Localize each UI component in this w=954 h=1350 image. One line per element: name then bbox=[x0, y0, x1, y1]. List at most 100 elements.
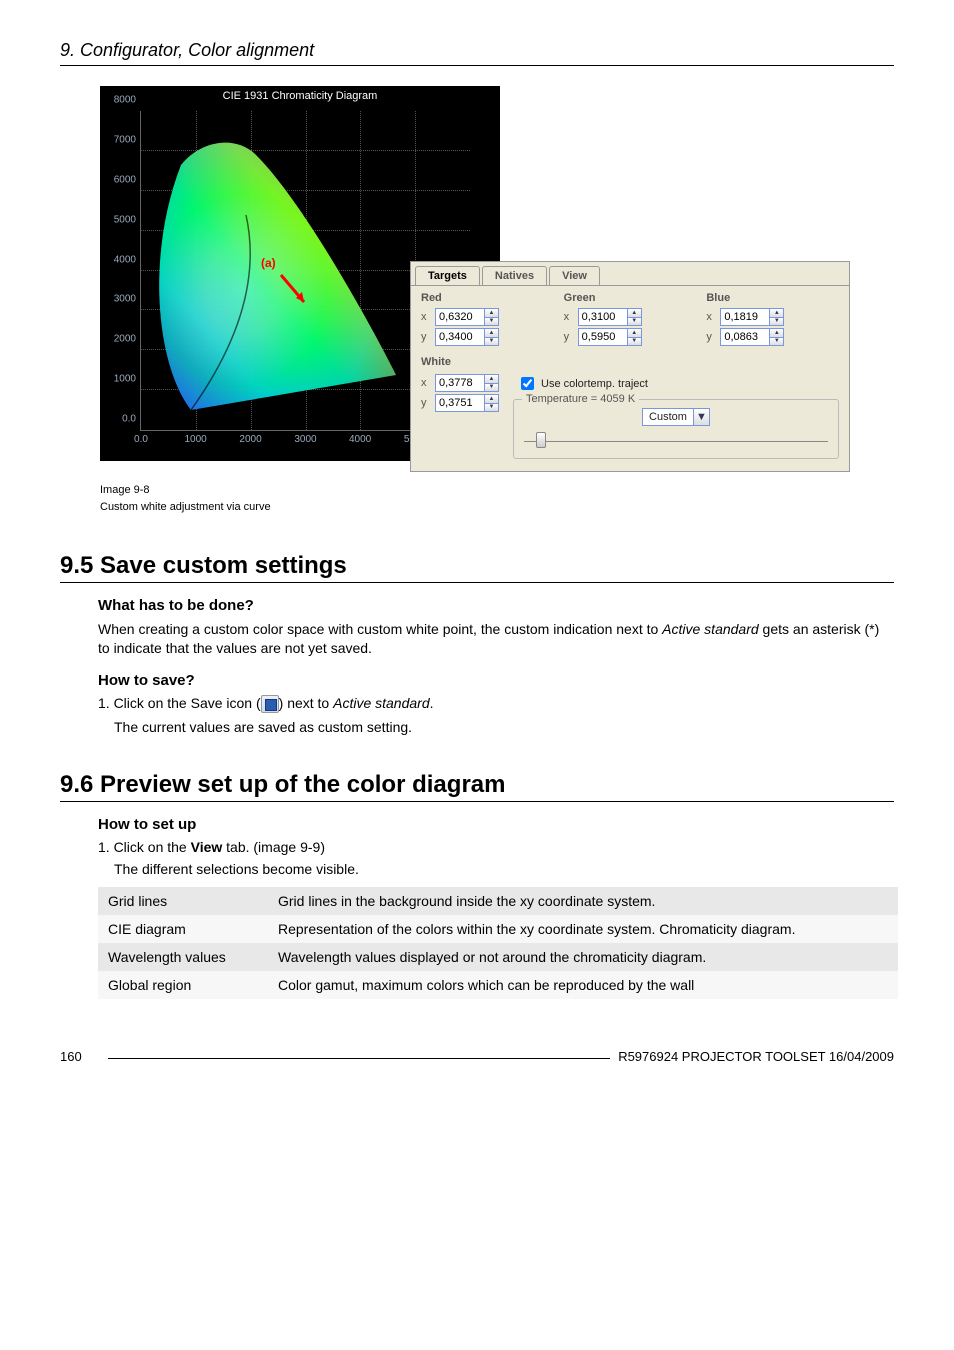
prop-desc: Color gamut, maximum colors which can be… bbox=[268, 971, 898, 999]
col-header-red: Red bbox=[421, 292, 554, 304]
spin-up-icon[interactable]: ▲ bbox=[770, 309, 783, 318]
step-9-5-1: 1. Click on the Save icon () next to Act… bbox=[98, 695, 894, 713]
prop-desc: Representation of the colors within the … bbox=[268, 915, 898, 943]
label-x: x bbox=[706, 311, 720, 323]
spin-down-icon[interactable]: ▼ bbox=[485, 338, 498, 346]
col-header-green: Green bbox=[564, 292, 697, 304]
spin-down-icon[interactable]: ▼ bbox=[770, 318, 783, 326]
red-x-spinner[interactable]: ▲▼ bbox=[435, 308, 499, 326]
red-y-spinner[interactable]: ▲▼ bbox=[435, 328, 499, 346]
label-x: x bbox=[564, 311, 578, 323]
y-tick: 4000 bbox=[106, 254, 136, 265]
step-9-6-1: 1. Click on the View tab. (image 9-9) bbox=[98, 839, 894, 855]
spin-up-icon[interactable]: ▲ bbox=[770, 329, 783, 338]
footer-rule bbox=[108, 1058, 610, 1059]
use-colortemp-checkbox[interactable] bbox=[521, 377, 534, 390]
temperature-select[interactable]: Custom ▼ bbox=[642, 408, 710, 426]
label-x: x bbox=[421, 377, 435, 389]
heading-9-5: 9.5 Save custom settings bbox=[60, 552, 894, 583]
prop-desc: Grid lines in the background inside the … bbox=[268, 887, 898, 915]
tab-natives[interactable]: Natives bbox=[482, 266, 547, 285]
spin-up-icon[interactable]: ▲ bbox=[628, 309, 641, 318]
prop-name: CIE diagram bbox=[98, 915, 268, 943]
prop-desc: Wavelength values displayed or not aroun… bbox=[268, 943, 898, 971]
blue-x-input[interactable] bbox=[721, 309, 769, 325]
table-row: Wavelength values Wavelength values disp… bbox=[98, 943, 898, 971]
y-tick: 6000 bbox=[106, 174, 136, 185]
tab-targets[interactable]: Targets bbox=[415, 266, 480, 285]
white-y-input[interactable] bbox=[436, 395, 484, 411]
spin-down-icon[interactable]: ▼ bbox=[628, 318, 641, 326]
temperature-select-value: Custom bbox=[643, 411, 693, 423]
spin-down-icon[interactable]: ▼ bbox=[628, 338, 641, 346]
blue-y-spinner[interactable]: ▲▼ bbox=[720, 328, 784, 346]
green-x-input[interactable] bbox=[579, 309, 627, 325]
spin-up-icon[interactable]: ▲ bbox=[485, 395, 498, 404]
label-y: y bbox=[564, 331, 578, 343]
footer-doc-id: R5976924 PROJECTOR TOOLSET 16/04/2009 bbox=[618, 1049, 894, 1064]
col-header-white: White bbox=[421, 356, 839, 368]
table-row: Grid lines Grid lines in the background … bbox=[98, 887, 898, 915]
chevron-down-icon[interactable]: ▼ bbox=[693, 409, 709, 425]
spin-down-icon[interactable]: ▼ bbox=[485, 318, 498, 326]
label-x: x bbox=[421, 311, 435, 323]
x-tick: 1000 bbox=[184, 434, 206, 445]
y-tick: 3000 bbox=[106, 294, 136, 305]
red-x-input[interactable] bbox=[436, 309, 484, 325]
page-footer: 160 R5976924 PROJECTOR TOOLSET 16/04/200… bbox=[60, 1049, 894, 1064]
temperature-group: Temperature = 4059 K Custom ▼ bbox=[513, 399, 839, 459]
subheading-what: What has to be done? bbox=[98, 597, 894, 614]
save-icon bbox=[261, 695, 279, 713]
x-tick: 3000 bbox=[294, 434, 316, 445]
y-tick: 8000 bbox=[106, 95, 136, 106]
white-x-spinner[interactable]: ▲▼ bbox=[435, 374, 499, 392]
view-options-table: Grid lines Grid lines in the background … bbox=[98, 887, 898, 999]
label-y: y bbox=[421, 331, 435, 343]
white-y-spinner[interactable]: ▲▼ bbox=[435, 394, 499, 412]
color-targets-panel: Targets Natives View Red x ▲▼ y bbox=[410, 261, 850, 472]
spin-up-icon[interactable]: ▲ bbox=[628, 329, 641, 338]
x-tick: 0.0 bbox=[134, 434, 148, 445]
green-y-input[interactable] bbox=[579, 329, 627, 345]
prop-name: Grid lines bbox=[98, 887, 268, 915]
blue-y-input[interactable] bbox=[721, 329, 769, 345]
red-y-input[interactable] bbox=[436, 329, 484, 345]
spin-up-icon[interactable]: ▲ bbox=[485, 309, 498, 318]
x-tick: 2000 bbox=[239, 434, 261, 445]
slider-thumb[interactable] bbox=[536, 432, 546, 448]
green-x-spinner[interactable]: ▲▼ bbox=[578, 308, 642, 326]
prop-name: Wavelength values bbox=[98, 943, 268, 971]
col-header-blue: Blue bbox=[706, 292, 839, 304]
spin-down-icon[interactable]: ▼ bbox=[485, 384, 498, 392]
table-row: CIE diagram Representation of the colors… bbox=[98, 915, 898, 943]
tab-view[interactable]: View bbox=[549, 266, 600, 285]
blue-x-spinner[interactable]: ▲▼ bbox=[720, 308, 784, 326]
annotation-a-arrow bbox=[276, 270, 316, 310]
subheading-how-save: How to save? bbox=[98, 672, 894, 689]
y-tick: 1000 bbox=[106, 374, 136, 385]
page-number: 160 bbox=[60, 1049, 100, 1064]
annotation-a: (a) bbox=[261, 256, 276, 270]
chapter-heading: 9. Configurator, Color alignment bbox=[60, 40, 894, 61]
heading-9-6: 9.6 Preview set up of the color diagram bbox=[60, 771, 894, 802]
label-y: y bbox=[421, 397, 435, 409]
label-y: y bbox=[706, 331, 720, 343]
panel-tabs: Targets Natives View bbox=[411, 262, 849, 285]
para-9-5-1: When creating a custom color space with … bbox=[98, 620, 894, 658]
spin-down-icon[interactable]: ▼ bbox=[770, 338, 783, 346]
prop-name: Global region bbox=[98, 971, 268, 999]
green-y-spinner[interactable]: ▲▼ bbox=[578, 328, 642, 346]
spin-down-icon[interactable]: ▼ bbox=[485, 404, 498, 412]
temperature-slider[interactable] bbox=[524, 432, 828, 448]
step-9-5-result: The current values are saved as custom s… bbox=[114, 719, 894, 735]
spin-up-icon[interactable]: ▲ bbox=[485, 375, 498, 384]
chart-title: CIE 1931 Chromaticity Diagram bbox=[100, 86, 500, 106]
temperature-group-label: Temperature = 4059 K bbox=[522, 393, 639, 405]
white-x-input[interactable] bbox=[436, 375, 484, 391]
x-tick: 4000 bbox=[349, 434, 371, 445]
figure-caption-id: Image 9-8 bbox=[100, 483, 271, 497]
use-colortemp-label: Use colortemp. traject bbox=[541, 378, 648, 390]
spin-up-icon[interactable]: ▲ bbox=[485, 329, 498, 338]
y-tick: 5000 bbox=[106, 214, 136, 225]
subheading-how-setup: How to set up bbox=[98, 816, 894, 833]
